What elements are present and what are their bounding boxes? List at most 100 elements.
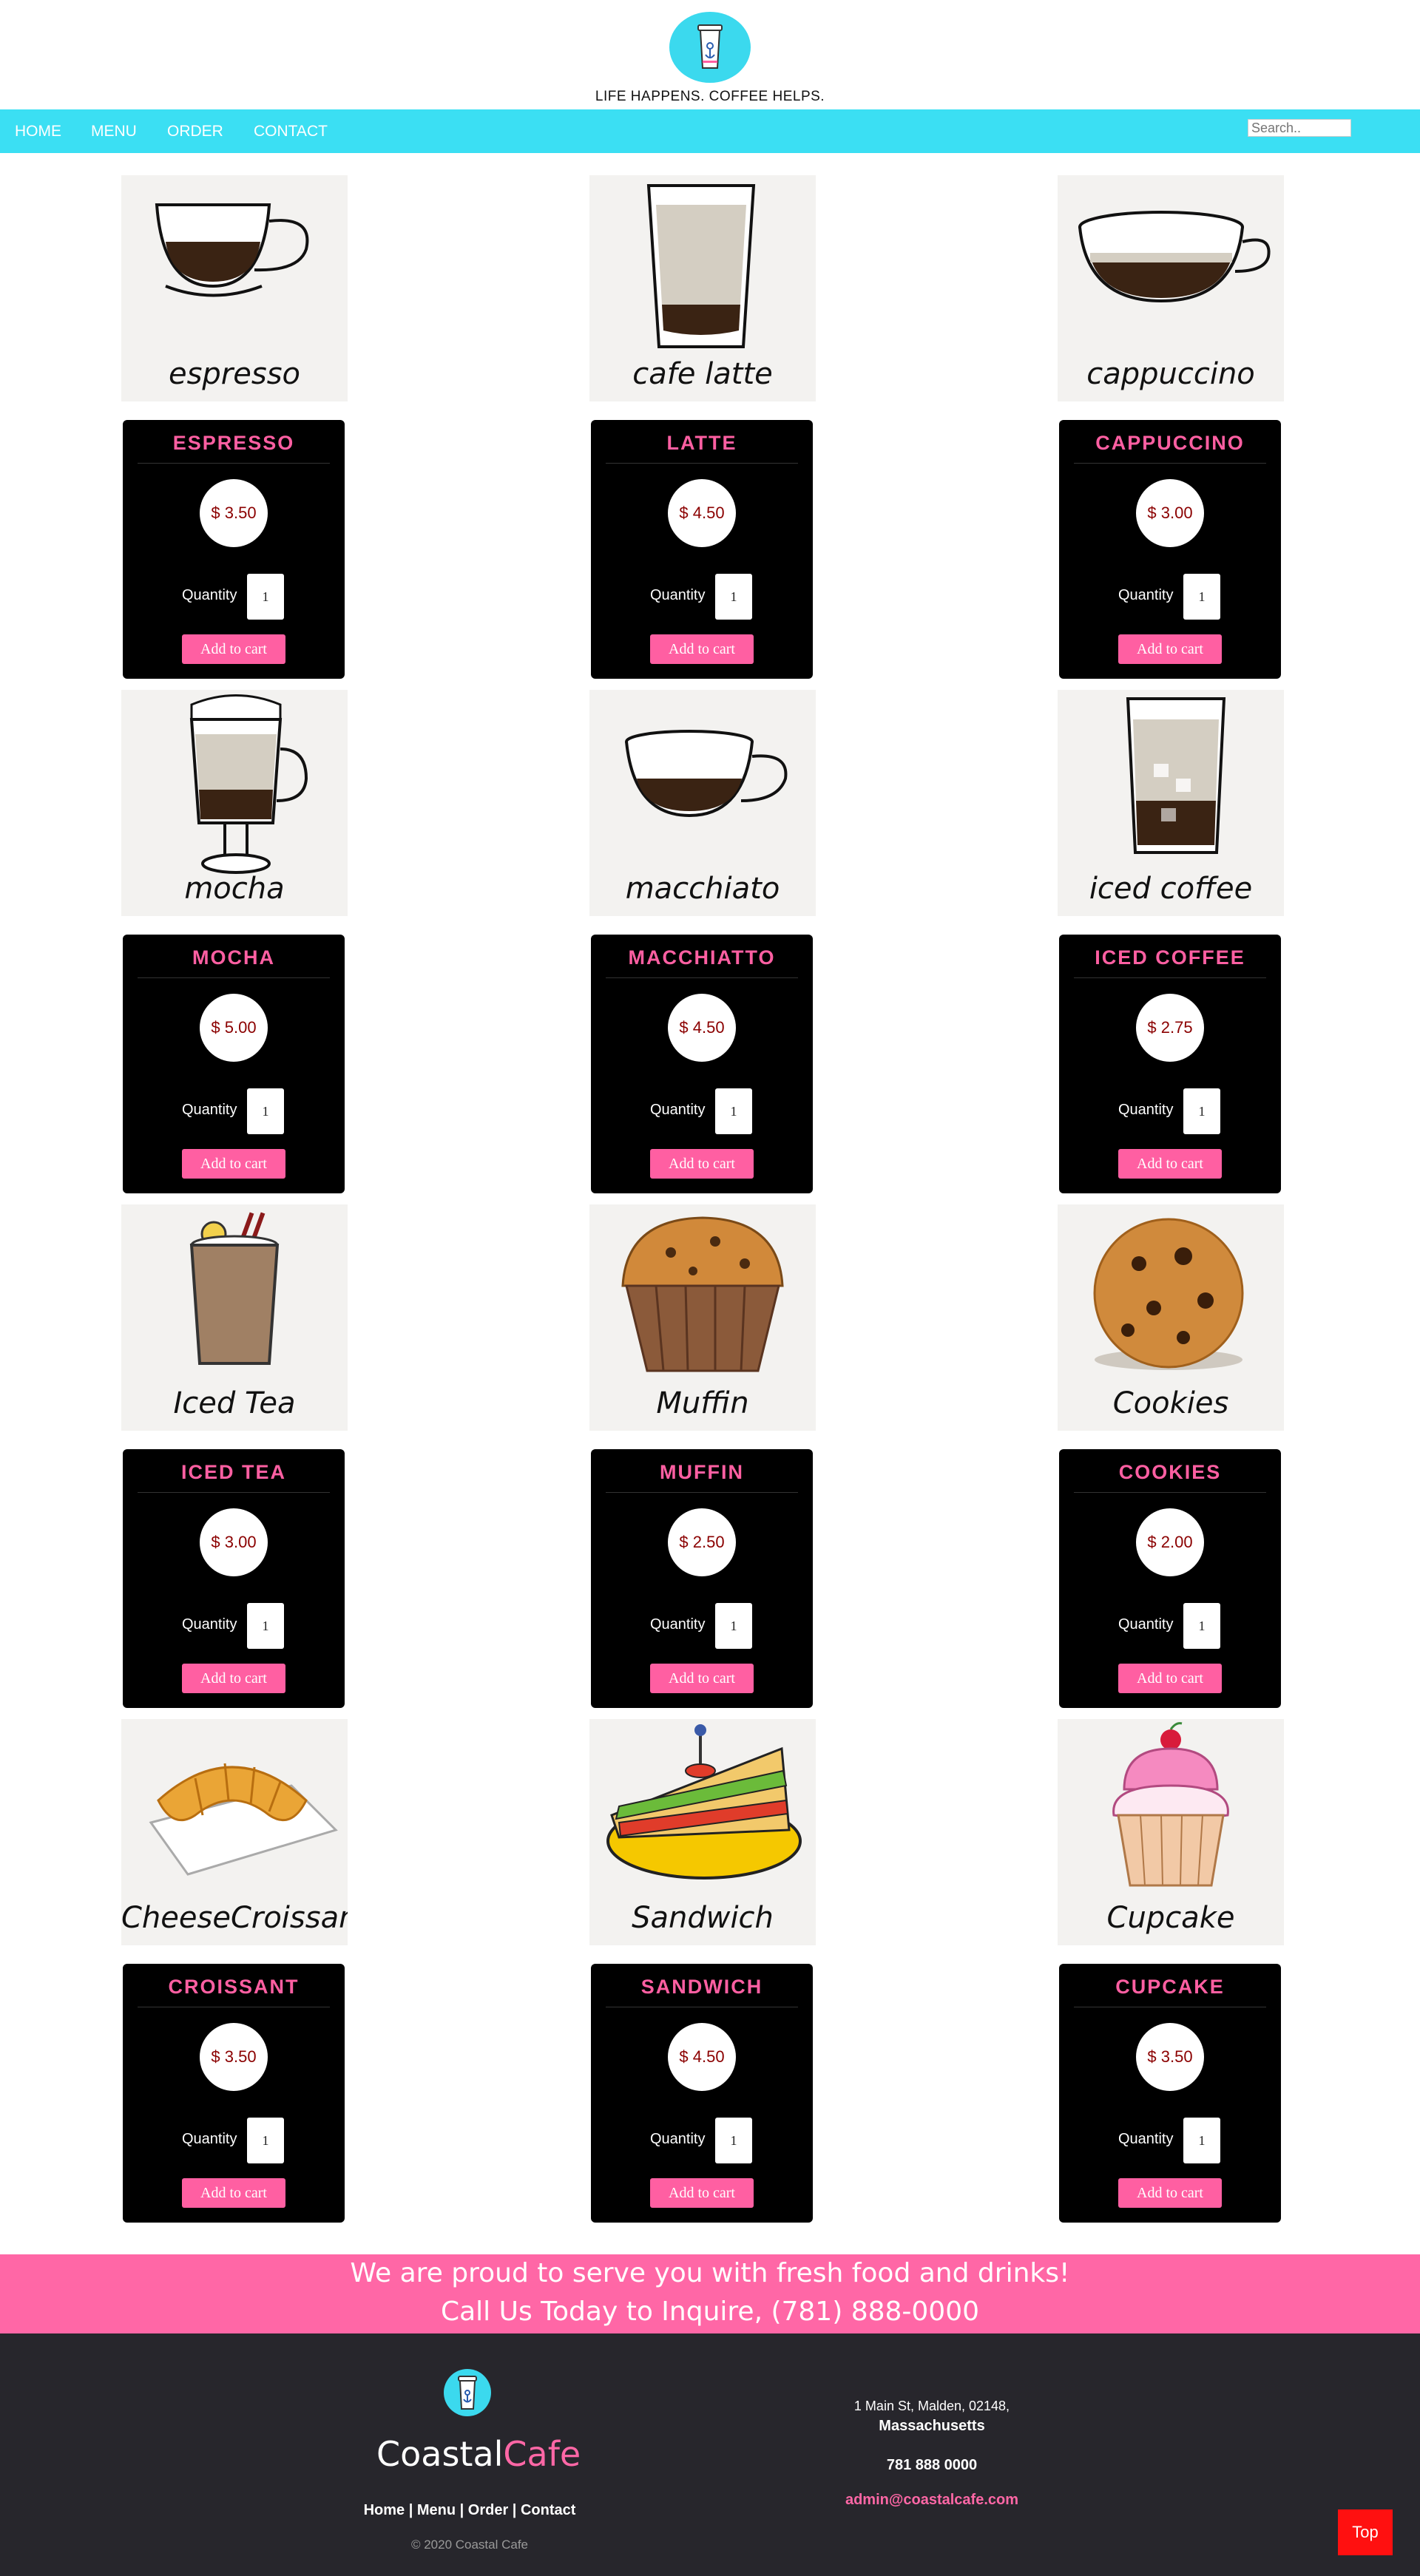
footer-links[interactable]: Home | Menu | Order | Contact: [362, 2502, 577, 2519]
cupcake-image: Cupcake: [1058, 1719, 1284, 1945]
product-card: ICED COFFEE $ 2.75 Quantity 1 Add to car…: [1059, 935, 1281, 1193]
add-to-cart-button[interactable]: Add to cart: [1118, 634, 1222, 664]
nav-home[interactable]: HOME: [15, 109, 61, 153]
add-to-cart-button[interactable]: Add to cart: [182, 1664, 285, 1693]
quantity-input[interactable]: 1: [715, 1088, 752, 1134]
quantity-input[interactable]: 1: [247, 1603, 284, 1649]
nav-contact[interactable]: CONTACT: [254, 109, 328, 153]
price-badge: $ 2.00: [1136, 1508, 1204, 1576]
image-caption: Muffin: [656, 1386, 749, 1420]
product-title: ESPRESSO: [172, 432, 295, 454]
quantity-label: Quantity: [1118, 1616, 1174, 1633]
image-caption: Iced Tea: [173, 1386, 296, 1420]
quantity-input[interactable]: 1: [247, 1088, 284, 1134]
product-title: MACCHIATTO: [628, 946, 776, 969]
divider: [606, 463, 798, 464]
price-badge: $ 5.00: [200, 994, 268, 1062]
address-line-1: 1 Main St, Malden, 02148,: [853, 2399, 1010, 2413]
quantity-input[interactable]: 1: [247, 2118, 284, 2163]
croissant-image: CheeseCroissant: [121, 1719, 348, 1945]
image-caption: cappuccino: [1086, 357, 1255, 391]
product-title: MUFFIN: [660, 1461, 744, 1483]
add-to-cart-button[interactable]: Add to cart: [182, 2178, 285, 2208]
latte-image: cafe latte: [589, 175, 816, 401]
product-title: ICED COFFEE: [1095, 946, 1245, 969]
product-card: CUPCAKE $ 3.50 Quantity 1 Add to cart: [1059, 1964, 1281, 2223]
quantity-input[interactable]: 1: [715, 574, 752, 620]
promo-banner: We are proud to serve you with fresh foo…: [0, 2254, 1420, 2333]
menu-item-latte: cafe latte LATTE $ 4.50 Quantity 1 Add t…: [589, 175, 816, 679]
image-caption: Cupcake: [1106, 1901, 1235, 1935]
quantity-input[interactable]: 1: [1183, 1603, 1220, 1649]
sandwich-image: Sandwich: [589, 1719, 816, 1945]
add-to-cart-button[interactable]: Add to cart: [1118, 2178, 1222, 2208]
nav-menu[interactable]: MENU: [91, 109, 137, 153]
site-footer: CoastalCafe Home | Menu | Order | Contac…: [0, 2333, 1420, 2576]
price-badge: $ 2.75: [1136, 994, 1204, 1062]
add-to-cart-button[interactable]: Add to cart: [1118, 1664, 1222, 1693]
quantity-label: Quantity: [650, 1616, 706, 1633]
product-title: CAPPUCCINO: [1095, 432, 1245, 454]
image-caption: CheeseCroissant: [121, 1901, 348, 1935]
add-to-cart-button[interactable]: Add to cart: [650, 2178, 754, 2208]
price-badge: $ 3.50: [200, 479, 268, 547]
menu-item-espresso: espresso ESPRESSO $ 3.50 Quantity 1 Add …: [121, 175, 348, 679]
menu-item-macchiato: macchiato MACCHIATTO $ 4.50 Quantity 1 A…: [589, 690, 816, 1193]
quantity-input[interactable]: 1: [1183, 574, 1220, 620]
menu-item-cupcake: Cupcake CUPCAKE $ 3.50 Quantity 1 Add to…: [1058, 1719, 1284, 2223]
tagline: LIFE HAPPENS. COFFEE HELPS.: [595, 89, 825, 104]
product-card: SANDWICH $ 4.50 Quantity 1 Add to cart: [591, 1964, 813, 2223]
divider: [1074, 1492, 1266, 1493]
copyright: © 2020 Coastal Cafe: [410, 2538, 529, 2552]
coffee-cup-logo-icon[interactable]: [669, 12, 751, 83]
nav-bar: HOME MENU ORDER CONTACT: [0, 109, 1420, 153]
search-input[interactable]: [1248, 119, 1351, 137]
cappuccino-image: cappuccino: [1058, 175, 1284, 401]
price-badge: $ 3.50: [1136, 2023, 1204, 2091]
nav-order[interactable]: ORDER: [167, 109, 223, 153]
address-line-2: Massachusetts: [879, 2418, 985, 2434]
quantity-label: Quantity: [650, 587, 706, 603]
iced-tea-image: Iced Tea: [121, 1204, 348, 1431]
quantity-input[interactable]: 1: [1183, 2118, 1220, 2163]
quantity-input[interactable]: 1: [715, 1603, 752, 1649]
quantity-label: Quantity: [650, 1102, 706, 1118]
quantity-label: Quantity: [182, 1616, 237, 1633]
quantity-input[interactable]: 1: [1183, 1088, 1220, 1134]
image-caption: Sandwich: [632, 1901, 774, 1935]
divider: [138, 977, 330, 978]
divider: [606, 977, 798, 978]
price-badge: $ 3.00: [200, 1508, 268, 1576]
product-card: MACCHIATTO $ 4.50 Quantity 1 Add to cart: [591, 935, 813, 1193]
back-to-top-button[interactable]: Top: [1338, 2509, 1393, 2555]
product-card: ICED TEA $ 3.00 Quantity 1 Add to cart: [123, 1449, 345, 1708]
add-to-cart-button[interactable]: Add to cart: [182, 1149, 285, 1179]
product-card: COOKIES $ 2.00 Quantity 1 Add to cart: [1059, 1449, 1281, 1708]
add-to-cart-button[interactable]: Add to cart: [650, 634, 754, 664]
email-link[interactable]: admin@coastalcafe.com: [821, 2492, 1043, 2509]
product-title: ICED TEA: [180, 1461, 286, 1483]
add-to-cart-button[interactable]: Add to cart: [1118, 1149, 1222, 1179]
banner-line-2: Call Us Today to Inquire, (781) 888-0000: [440, 2297, 980, 2327]
product-card: MOCHA $ 5.00 Quantity 1 Add to cart: [123, 935, 345, 1193]
image-caption: Cookies: [1112, 1386, 1229, 1420]
divider: [1074, 463, 1266, 464]
divider: [606, 1492, 798, 1493]
price-badge: $ 4.50: [668, 479, 736, 547]
add-to-cart-button[interactable]: Add to cart: [650, 1664, 754, 1693]
add-to-cart-button[interactable]: Add to cart: [650, 1149, 754, 1179]
quantity-label: Quantity: [650, 2131, 706, 2147]
price-badge: $ 2.50: [668, 1508, 736, 1576]
menu-item-cookies: Cookies COOKIES $ 2.00 Quantity 1 Add to…: [1058, 1204, 1284, 1708]
product-title: SANDWICH: [640, 1976, 763, 1998]
price-badge: $ 3.50: [200, 2023, 268, 2091]
product-title: LATTE: [666, 432, 737, 454]
quantity-input[interactable]: 1: [715, 2118, 752, 2163]
image-caption: mocha: [184, 872, 285, 906]
quantity-input[interactable]: 1: [247, 574, 284, 620]
divider: [138, 1492, 330, 1493]
divider: [1074, 977, 1266, 978]
add-to-cart-button[interactable]: Add to cart: [182, 634, 285, 664]
quantity-label: Quantity: [1118, 587, 1174, 603]
banner-line-1: We are proud to serve you with fresh foo…: [350, 2258, 1070, 2288]
